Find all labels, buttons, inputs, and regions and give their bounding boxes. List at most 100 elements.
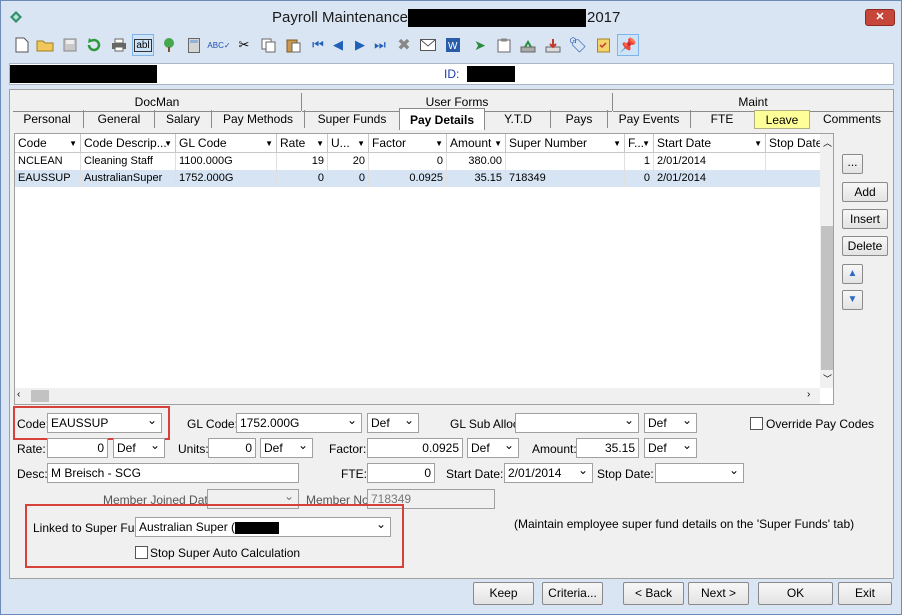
table-cell[interactable]: [506, 153, 625, 170]
table-cell[interactable]: 0.0925: [369, 170, 447, 187]
refresh-icon[interactable]: [83, 34, 105, 56]
download-icon[interactable]: [542, 34, 564, 56]
table-cell[interactable]: 380.00: [447, 153, 506, 170]
tree-icon[interactable]: [158, 34, 180, 56]
paste-icon[interactable]: [282, 34, 304, 56]
tab-pay-methods[interactable]: Pay Methods: [212, 110, 304, 129]
calculator-icon[interactable]: [183, 34, 205, 56]
amount-field[interactable]: 35.15: [576, 438, 639, 458]
insert-button[interactable]: Insert: [842, 209, 888, 229]
add-button[interactable]: Add: [842, 182, 888, 202]
previous-record-icon[interactable]: ◀: [327, 34, 349, 56]
first-record-icon[interactable]: ⏮: [307, 34, 329, 56]
stop-super-auto-calculation-checkbox[interactable]: [135, 546, 148, 559]
checklist-icon[interactable]: [592, 34, 614, 56]
spellcheck-icon[interactable]: ABC✓: [207, 34, 230, 56]
column-header-stop-date[interactable]: Stop Date: [766, 134, 826, 153]
tab-fte[interactable]: FTE: [691, 110, 753, 129]
rate-def-combo[interactable]: Def: [113, 438, 165, 458]
fte-field[interactable]: 0: [367, 463, 435, 483]
column-header-gl-code[interactable]: GL Code ▼: [176, 134, 277, 153]
scroll-left-icon[interactable]: ‹: [17, 389, 20, 400]
table-cell[interactable]: 718349: [506, 170, 625, 187]
table-cell[interactable]: 19: [277, 153, 328, 170]
table-cell[interactable]: 1100.000G: [176, 153, 277, 170]
gl-sub-def-combo[interactable]: Def: [644, 413, 697, 433]
column-header-super-number[interactable]: Super Number ▼: [506, 134, 625, 153]
column-header-start-date[interactable]: Start Date ▼: [654, 134, 766, 153]
back-button[interactable]: < Back: [623, 582, 684, 605]
tab-super-funds[interactable]: Super Funds: [305, 110, 399, 129]
table-cell[interactable]: 0: [328, 170, 369, 187]
table-cell[interactable]: [766, 153, 826, 170]
column-header-code-description[interactable]: Code Descrip... ▼: [81, 134, 176, 153]
email-icon[interactable]: [417, 34, 439, 56]
table-cell[interactable]: AustralianSuper: [81, 170, 176, 187]
more-button[interactable]: ...: [842, 154, 863, 174]
ok-button[interactable]: OK: [758, 582, 833, 605]
horizontal-scrollbar[interactable]: ‹ ›: [15, 388, 820, 404]
table-cell[interactable]: NCLEAN: [15, 153, 81, 170]
stop-date-picker[interactable]: [655, 463, 744, 483]
tab-personal[interactable]: Personal: [13, 110, 81, 129]
tab-pays[interactable]: Pays: [551, 110, 607, 129]
abl-icon[interactable]: abl: [132, 34, 154, 56]
word-icon[interactable]: W: [442, 34, 464, 56]
column-header-units[interactable]: U... ▼: [328, 134, 369, 153]
tab-comments[interactable]: Comments: [811, 110, 893, 129]
scrollbar-thumb[interactable]: [821, 226, 833, 370]
open-icon[interactable]: [34, 34, 56, 56]
gl-code-combo[interactable]: 1752.000G: [236, 413, 362, 433]
tag-icon[interactable]: 🏷: [567, 34, 589, 56]
next-record-icon[interactable]: ▶: [349, 34, 371, 56]
table-cell[interactable]: 1752.000G: [176, 170, 277, 187]
print-icon[interactable]: [108, 34, 130, 56]
scrollbar-thumb[interactable]: [31, 390, 49, 402]
desc-field[interactable]: M Breisch - SCG: [47, 463, 299, 483]
tab-leave[interactable]: Leave: [754, 110, 810, 129]
tab-salary[interactable]: Salary: [155, 110, 211, 129]
column-header-rate[interactable]: Rate ▼: [277, 134, 328, 153]
column-header-factor[interactable]: Factor ▼: [369, 134, 447, 153]
close-button[interactable]: ✕: [865, 9, 895, 26]
table-cell[interactable]: EAUSSUP: [15, 170, 81, 187]
scroll-right-icon[interactable]: ›: [807, 389, 810, 400]
amount-def-combo[interactable]: Def: [644, 438, 697, 458]
units-def-combo[interactable]: Def: [260, 438, 313, 458]
last-record-icon[interactable]: ⏭: [369, 34, 391, 56]
table-cell[interactable]: 0: [625, 170, 654, 187]
save-icon[interactable]: [59, 34, 81, 56]
cut-icon[interactable]: ✂: [233, 34, 255, 56]
pin-icon[interactable]: 📌: [617, 34, 639, 56]
tab-pay-events[interactable]: Pay Events: [608, 110, 690, 129]
linked-super-fund-combo[interactable]: Australian Super (: [135, 517, 391, 537]
scroll-up-icon[interactable]: ︿: [823, 136, 832, 149]
exit-button[interactable]: Exit: [838, 582, 892, 605]
copy-icon[interactable]: [257, 34, 279, 56]
tab-ytd[interactable]: Y.T.D: [486, 110, 550, 129]
table-cell[interactable]: 20: [328, 153, 369, 170]
move-up-button[interactable]: ▲: [842, 264, 863, 284]
factor-field[interactable]: 0.0925: [367, 438, 463, 458]
table-cell[interactable]: [766, 170, 826, 187]
delete-icon[interactable]: ✖: [393, 34, 415, 56]
next-button[interactable]: Next >: [688, 582, 749, 605]
factor-def-combo[interactable]: Def: [467, 438, 519, 458]
rate-field[interactable]: 0: [47, 438, 108, 458]
column-header-f[interactable]: F... ▼: [625, 134, 654, 153]
code-combo[interactable]: EAUSSUP: [47, 413, 162, 433]
table-cell[interactable]: 1: [625, 153, 654, 170]
tab-general[interactable]: General: [84, 110, 154, 129]
table-cell[interactable]: 2/01/2014: [654, 170, 766, 187]
keep-button[interactable]: Keep: [473, 582, 534, 605]
gl-code-def-combo[interactable]: Def: [367, 413, 419, 433]
clipboard-icon[interactable]: [493, 34, 515, 56]
column-header-amount[interactable]: Amount ▼: [447, 134, 506, 153]
scroll-down-icon[interactable]: ﹀: [823, 372, 832, 385]
criteria-button[interactable]: Criteria...: [542, 582, 603, 605]
table-cell[interactable]: 0: [369, 153, 447, 170]
vertical-scrollbar[interactable]: ︿ ﹀: [820, 134, 833, 388]
table-cell[interactable]: 35.15: [447, 170, 506, 187]
column-header-code[interactable]: Code ▼: [15, 134, 81, 153]
move-down-button[interactable]: ▼: [842, 290, 863, 310]
